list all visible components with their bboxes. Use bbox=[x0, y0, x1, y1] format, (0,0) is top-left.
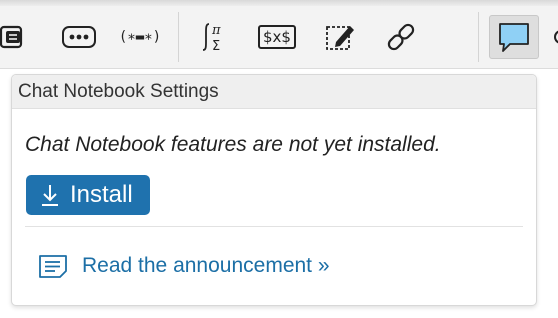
cell-type-icon bbox=[0, 25, 23, 49]
latex-icon: $x$ bbox=[258, 25, 296, 49]
math-template-icon: π Σ bbox=[202, 23, 221, 54]
more-options-button[interactable] bbox=[58, 15, 100, 59]
delimiters-button[interactable]: (∗▬∗) bbox=[112, 15, 168, 59]
toolbar-separator bbox=[478, 12, 479, 62]
circle-icon bbox=[554, 30, 558, 44]
install-button[interactable]: Install bbox=[26, 175, 150, 215]
svg-text:π: π bbox=[211, 23, 221, 38]
cell-type-button[interactable] bbox=[0, 15, 32, 59]
drawing-icon bbox=[326, 26, 354, 50]
popup-title: Chat Notebook Settings bbox=[12, 75, 536, 109]
drawing-button[interactable] bbox=[318, 15, 360, 59]
read-announcement-link[interactable]: Read the announcement » bbox=[38, 253, 330, 279]
install-label: Install bbox=[70, 181, 133, 208]
document-icon bbox=[39, 255, 67, 278]
hyperlink-button[interactable] bbox=[380, 15, 422, 59]
latex-button[interactable]: $x$ bbox=[256, 15, 298, 59]
math-template-button[interactable]: π Σ bbox=[192, 15, 236, 59]
popup-divider bbox=[25, 226, 523, 227]
announcement-label: Read the announcement » bbox=[82, 254, 330, 277]
chat-icon bbox=[499, 23, 529, 52]
chat-notebook-settings-popup: Chat Notebook Settings Chat Notebook fea… bbox=[11, 74, 537, 306]
download-icon bbox=[42, 185, 58, 206]
chat-button[interactable] bbox=[489, 15, 539, 59]
svg-text:Σ: Σ bbox=[212, 39, 220, 54]
toolbar-separator bbox=[178, 12, 179, 62]
not-installed-message: Chat Notebook features are not yet insta… bbox=[25, 133, 441, 156]
delimiters-icon: (∗▬∗) bbox=[118, 29, 162, 45]
more-options-icon bbox=[62, 26, 96, 48]
notebook-toolbar: (∗▬∗) π Σ $x$ bbox=[0, 6, 558, 69]
hyperlink-icon bbox=[387, 23, 415, 51]
overflow-button[interactable] bbox=[551, 15, 558, 59]
latex-glyph: $x$ bbox=[263, 28, 291, 46]
